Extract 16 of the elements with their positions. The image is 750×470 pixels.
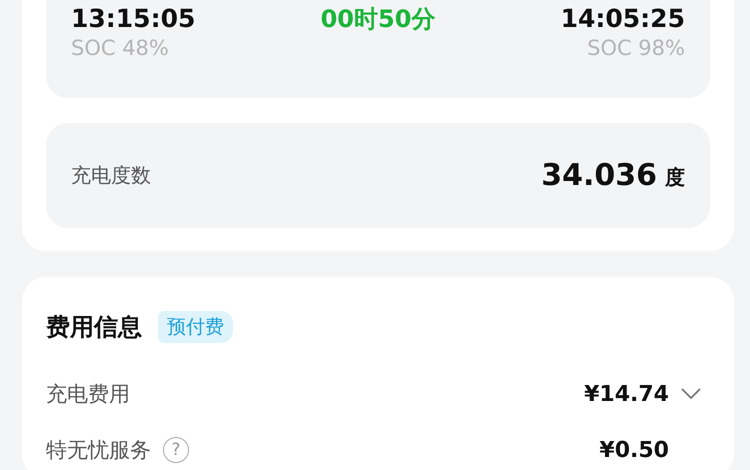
start-soc: SOC 48% — [71, 35, 170, 62]
fee-value: ¥0.50 — [599, 438, 669, 462]
energy-unit: 度 — [665, 164, 685, 191]
fee-label: 特无忧服务 — [46, 437, 151, 464]
start-time: 13:15:05 — [71, 4, 196, 34]
prepaid-tag: 预付费 — [158, 311, 233, 343]
energy-value: 34.036 — [541, 158, 657, 193]
section-title: 费用信息 — [46, 312, 142, 343]
end-soc: SOC 98% — [587, 35, 685, 62]
charging-duration: 00时50分 — [320, 4, 436, 34]
energy-label: 充电度数 — [71, 162, 152, 189]
fee-value: ¥14.74 — [584, 382, 669, 406]
help-icon[interactable]: ? — [163, 437, 189, 463]
chevron-icon[interactable] — [681, 388, 701, 400]
end-time: 14:05:25 — [560, 4, 685, 34]
fee-label: 充电费用 — [46, 381, 130, 408]
